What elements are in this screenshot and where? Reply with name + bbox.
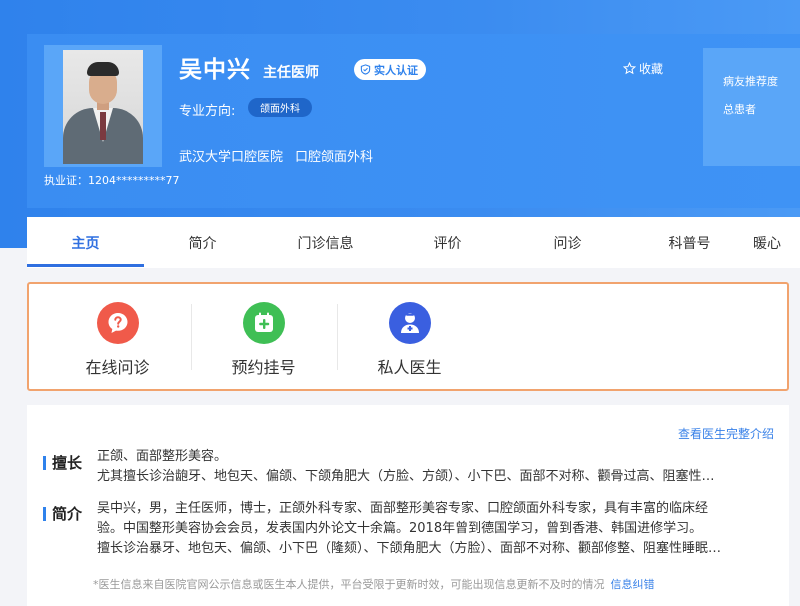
recommend-stat-label: 病友推荐度 (723, 75, 778, 88)
tab-reviews[interactable]: 评价 (389, 217, 506, 268)
service-online-consult[interactable]: 在线问诊 (45, 284, 190, 389)
heading-accent-bar (43, 506, 46, 521)
department-name[interactable]: 口腔颌面外科 (295, 150, 373, 165)
expertise-text: 正颌、面部整形美容。 尤其擅长诊治龅牙、地包天、偏颌、下颌角肥大（方脸、方颌）、… (97, 449, 715, 484)
tab-consult[interactable]: 问诊 (509, 217, 626, 268)
heading-accent-bar (43, 455, 46, 470)
specialty-label: 专业方向: (179, 104, 236, 119)
star-outline-icon (623, 62, 636, 75)
service-label: 在线问诊 (85, 358, 150, 377)
intro-text: 吴中兴，男，主任医师，博士，正颌外科专家、面部整形美容专家、口腔颌面外科专家，具… (97, 501, 722, 556)
doctor-icon (389, 302, 431, 344)
info-correction-link[interactable]: 信息纠错 (611, 578, 655, 591)
expertise-heading: 擅长 (43, 452, 82, 473)
service-label: 私人医生 (377, 358, 442, 377)
doctor-title: 主任医师 (263, 65, 319, 81)
doctor-avatar[interactable] (63, 50, 143, 164)
active-tab-indicator (27, 264, 144, 267)
collect-label: 收藏 (639, 62, 664, 76)
patients-stat-label: 总患者 (723, 103, 756, 116)
service-appointment[interactable]: 预约挂号 (191, 284, 336, 389)
plus-calendar-icon (243, 302, 285, 344)
doctor-name: 吴中兴 (179, 57, 251, 83)
view-full-intro-link[interactable]: 查看医生完整介绍 (678, 425, 774, 442)
collect-button[interactable]: 收藏 (623, 60, 663, 77)
tab-intro[interactable]: 简介 (144, 217, 261, 268)
doctor-stats-panel: 病友推荐度 总患者 (703, 48, 800, 166)
tab-home[interactable]: 主页 (27, 217, 144, 268)
doctor-intro-section: 查看医生完整介绍 擅长 正颌、面部整形美容。 尤其擅长诊治龅牙、地包天、偏颌、下… (27, 405, 789, 606)
shield-check-icon (360, 64, 371, 75)
info-disclaimer: *医生信息来自医院官网公示信息或医生本人提供，平台受限于更新时效，可能出现信息更… (93, 578, 655, 591)
profile-tabs: 主页 简介 门诊信息 评价 问诊 科普号 暖心 (27, 217, 800, 268)
service-panel: 在线问诊 预约挂号 私人医生 (27, 282, 789, 391)
service-private-doctor[interactable]: 私人医生 (337, 284, 482, 389)
service-label: 预约挂号 (231, 358, 296, 377)
tab-clinic-info[interactable]: 门诊信息 (267, 217, 384, 268)
hospital-name[interactable]: 武汉大学口腔医院 (179, 150, 283, 165)
doctor-avatar-frame (44, 45, 162, 167)
tab-science[interactable]: 科普号 (631, 217, 748, 268)
specialty-tag[interactable]: 颌面外科 (248, 98, 312, 117)
verified-label: 实人认证 (374, 63, 418, 77)
hospital-info: 武汉大学口腔医院 口腔颌面外科 (179, 146, 373, 165)
license-number: 执业证：1204*********77 (44, 174, 180, 187)
tab-warm-heart[interactable]: 暖心 (747, 217, 800, 268)
question-chat-icon (97, 302, 139, 344)
intro-heading: 简介 (43, 503, 82, 524)
verified-badge[interactable]: 实人认证 (354, 59, 426, 80)
